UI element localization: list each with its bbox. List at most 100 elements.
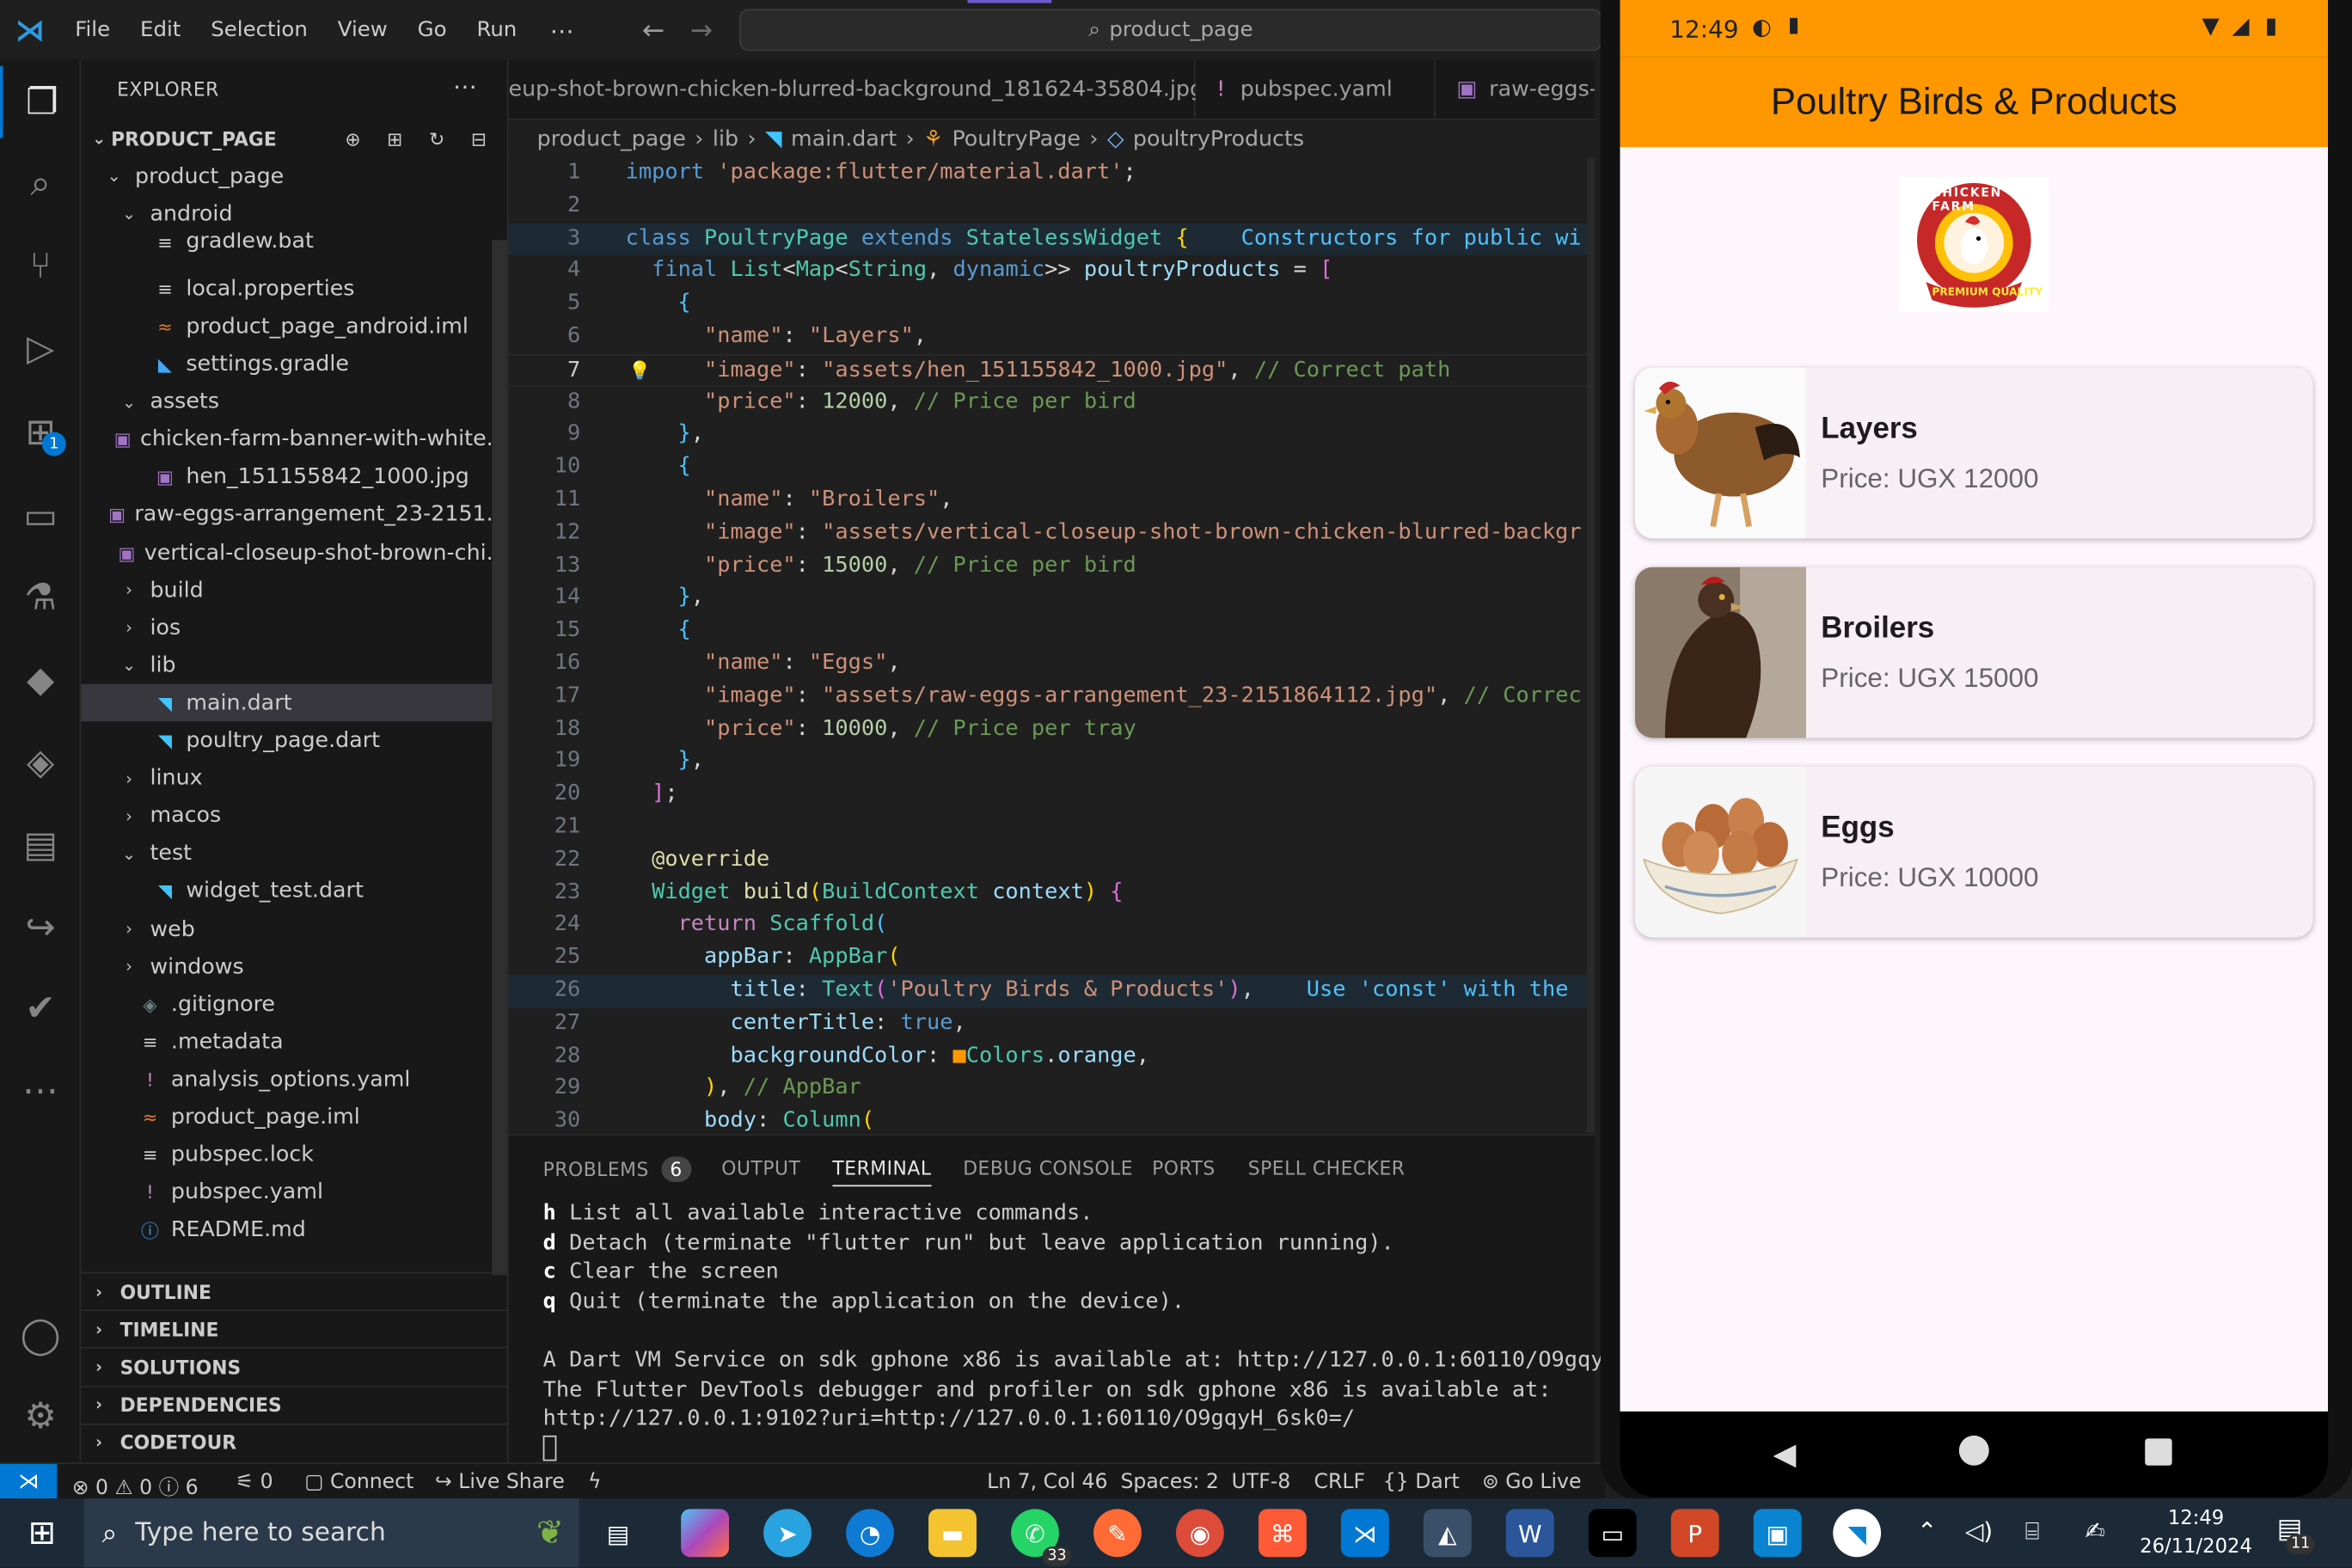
panel-tab-output[interactable]: OUTPUT — [721, 1156, 800, 1179]
tree-item[interactable]: ⌄ test — [81, 836, 507, 873]
problems-status[interactable]: ⊗ 0 ⚠ 0 ⓘ 6 — [72, 1470, 199, 1500]
remote-explorer-icon[interactable]: ▭ — [0, 480, 81, 552]
notification-icon[interactable]: ▤ 11 — [2277, 1514, 2315, 1554]
powerpoint-icon[interactable]: P — [1670, 1509, 1719, 1558]
section-dependencies[interactable]: › DEPENDENCIES — [81, 1385, 507, 1424]
live-share-icon[interactable]: ↪ — [0, 891, 81, 963]
explorer-icon[interactable]: ❐ — [0, 65, 81, 138]
section-codetour[interactable]: › CODETOUR — [81, 1423, 507, 1461]
task-view-icon[interactable]: ▤ — [594, 1509, 642, 1557]
product-card-broilers[interactable]: Broilers Price: UGX 15000 — [1634, 567, 2313, 738]
emulator-screen[interactable]: 12:49 ◐ ▮ ▼ ◢ ▮ Poultry Birds & Products — [1620, 0, 2329, 1498]
tree-item[interactable]: ▣ chicken-farm-banner-with-white... — [81, 421, 507, 459]
indentation[interactable]: Spaces: 2 — [1120, 1470, 1218, 1494]
tree-item[interactable]: ▣ vertical-closeup-shot-brown-chi... — [81, 534, 507, 572]
line-ending[interactable]: CRLF — [1314, 1470, 1365, 1494]
tree-item[interactable]: ◈ .gitignore — [81, 986, 507, 1024]
lightbulb-icon[interactable]: 💡 — [628, 355, 651, 388]
panel-tab-ports[interactable]: PORTS — [1152, 1156, 1216, 1179]
language-mode[interactable]: {} Dart — [1383, 1470, 1460, 1494]
breadcrumb-item[interactable]: product_page — [537, 127, 686, 151]
taskbar-search-box[interactable]: ⌕ Type here to search ❦ — [83, 1498, 579, 1568]
word-icon[interactable]: W — [1505, 1509, 1554, 1558]
panel-tab-problems[interactable]: PROBLEMS 6 — [543, 1156, 692, 1182]
volume-icon[interactable]: ◁) — [1965, 1516, 1993, 1545]
tab-pubspec[interactable]: ! pubspec.yaml — [1195, 59, 1436, 119]
tree-item[interactable]: ≡ local.properties — [81, 271, 507, 309]
file-explorer-icon[interactable]: ▬ — [928, 1509, 977, 1558]
tree-item[interactable]: ◥ poultry_page.dart — [81, 722, 507, 760]
settings-gear-icon[interactable]: ⚙ — [0, 1380, 81, 1452]
lightning-icon[interactable]: ϟ — [588, 1470, 602, 1494]
panel-tab-debug-console[interactable]: DEBUG CONSOLE — [963, 1156, 1133, 1179]
tree-item[interactable]: ◥ main.dart — [81, 684, 507, 722]
tree-item[interactable]: ◥ widget_test.dart — [81, 873, 507, 910]
run-debug-icon[interactable]: ▷ — [0, 312, 81, 384]
tree-item[interactable]: ▣ raw-eggs-arrangement_23-2151... — [81, 496, 507, 534]
encoding[interactable]: UTF-8 — [1232, 1470, 1291, 1494]
account-icon[interactable]: ◯ — [0, 1299, 81, 1371]
remote-icon[interactable]: ⋊ — [0, 1464, 58, 1499]
terminal-taskbar-icon[interactable]: ▭ — [1588, 1509, 1637, 1558]
home-circle-icon[interactable] — [1958, 1435, 1989, 1466]
ports-status[interactable]: ⚟ 0 — [236, 1470, 273, 1494]
tree-item[interactable]: ⌄ android — [81, 195, 507, 233]
explorer-more-icon[interactable]: ⋯ — [453, 72, 477, 101]
menu-file[interactable]: File — [60, 18, 126, 42]
tree-item[interactable]: › linux — [81, 760, 507, 798]
android-studio-icon[interactable]: ◭ — [1423, 1509, 1472, 1558]
tree-item[interactable]: › macos — [81, 798, 507, 836]
recents-square-icon[interactable] — [2145, 1438, 2172, 1466]
section-timeline[interactable]: › TIMELINE — [81, 1309, 507, 1348]
network-icon[interactable]: ⌸ — [2025, 1516, 2040, 1547]
tree-item[interactable]: ⌄ lib — [81, 647, 507, 685]
flutter-app-icon[interactable]: ◥ — [1833, 1509, 1882, 1558]
python-icon[interactable]: ◆ — [0, 644, 81, 716]
layers-icon[interactable]: ◈ — [0, 726, 81, 799]
store-icon[interactable]: ▣ — [1753, 1509, 1802, 1558]
panel-tab-terminal[interactable]: TERMINAL — [832, 1156, 932, 1187]
tree-item[interactable]: ▣ hen_151155842_1000.jpg — [81, 459, 507, 497]
product-card-layers[interactable]: Layers Price: UGX 12000 — [1634, 367, 2313, 539]
new-folder-icon[interactable]: ⊞ — [387, 127, 402, 150]
tab-chicken-image[interactable]: eup-shot-brown-chicken-blurred-backgroun… — [508, 59, 1204, 119]
back-arrow-icon[interactable]: ← — [642, 15, 665, 46]
sidebar-scrollbar[interactable] — [492, 240, 507, 1276]
tree-item[interactable]: ≡ .metadata — [81, 1024, 507, 1062]
menu-go[interactable]: Go — [402, 18, 462, 42]
breadcrumb-item[interactable]: poultryProducts — [1133, 127, 1304, 151]
copilot-icon[interactable] — [681, 1509, 730, 1558]
tree-item[interactable]: › windows — [81, 948, 507, 986]
product-card-eggs[interactable]: Eggs Price: UGX 10000 — [1634, 766, 2313, 938]
check-icon[interactable]: ✔ — [0, 972, 81, 1044]
command-center-search[interactable]: ⌕ product_page — [739, 9, 1602, 52]
clock[interactable]: 12:49 26/11/2024 — [2130, 1504, 2263, 1561]
tree-item[interactable]: ⌄ assets — [81, 383, 507, 421]
menu-run[interactable]: Run — [462, 18, 532, 42]
menu-selection[interactable]: Selection — [196, 18, 322, 42]
menu-view[interactable]: View — [322, 18, 402, 42]
code-editor[interactable]: 1 import 'package:flutter/material.dart';… — [508, 157, 1595, 1133]
menu-edit[interactable]: Edit — [126, 18, 196, 42]
tree-item[interactable]: ⓘ README.md — [81, 1212, 507, 1250]
breadcrumb-item[interactable]: main.dart — [791, 127, 897, 151]
forward-arrow-icon[interactable]: → — [690, 15, 713, 46]
back-triangle-icon[interactable]: ◀ — [1773, 1436, 1796, 1472]
editor-scrollbar[interactable] — [1587, 157, 1595, 1133]
chrome-icon[interactable]: ◉ — [1176, 1509, 1224, 1558]
pen-icon[interactable]: ✍ — [2085, 1516, 2104, 1545]
windows-start-icon[interactable]: ⊞ — [18, 1509, 66, 1557]
extensions-icon[interactable]: ⊞ 1 — [0, 396, 81, 469]
tree-item[interactable]: ◣ settings.gradle — [81, 346, 507, 383]
vscode-taskbar-icon[interactable]: ⋊ — [1340, 1509, 1389, 1558]
more-menu-button[interactable]: ⋯ — [532, 15, 592, 44]
chevron-up-icon[interactable]: ⌃ — [1917, 1516, 1937, 1545]
connect-status[interactable]: ▢ Connect — [304, 1470, 413, 1494]
tree-item[interactable]: ≈ product_page.iml — [81, 1099, 507, 1136]
telegram-icon[interactable]: ➤ — [763, 1509, 812, 1558]
breadcrumb-item[interactable]: lib — [713, 127, 738, 151]
tree-item[interactable]: ⌄ product_page — [81, 157, 507, 195]
new-file-icon[interactable]: ⊕ — [345, 127, 360, 150]
refresh-icon[interactable]: ↻ — [429, 127, 444, 150]
tree-item[interactable]: ≡ gradlew.bat — [81, 233, 507, 254]
